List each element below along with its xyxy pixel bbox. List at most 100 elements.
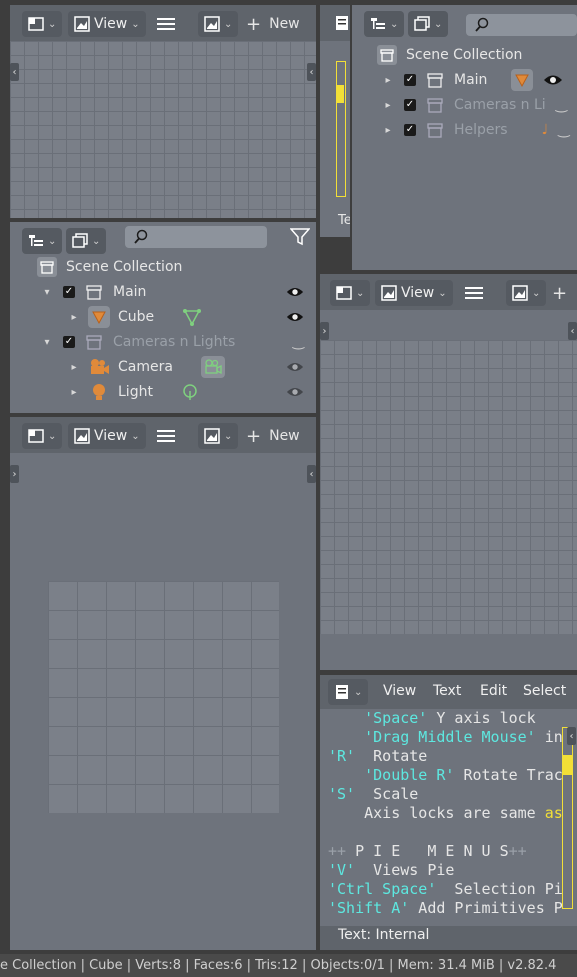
expand-arrow-icon[interactable]: ▸: [382, 100, 394, 111]
search-icon: [134, 229, 148, 244]
item-label: Cameras n Lights: [113, 334, 236, 350]
sidebar-toggle-right[interactable]: ‹: [567, 727, 576, 745]
view-label: View: [94, 428, 128, 444]
outliner-row-cameras[interactable]: ▸ ✓ Cameras n Li ‿: [382, 93, 577, 117]
code-line-3: 'R' Rotate: [328, 747, 428, 765]
item-label: Helpers: [454, 122, 508, 138]
view-layer-button[interactable]: ⌄: [66, 228, 107, 254]
hamburger-menu-icon[interactable]: [157, 11, 177, 37]
image-canvas-grid[interactable]: [320, 340, 577, 634]
editor-type-button[interactable]: ⌄: [22, 423, 63, 449]
sidebar-toggle-right[interactable]: ‹: [307, 465, 316, 483]
expand-arrow-icon[interactable]: ▸: [68, 312, 80, 323]
eye-icon[interactable]: [286, 385, 304, 399]
outliner-row-cameras-n-lights[interactable]: ▾ ✓ Cameras n Lights ‿: [41, 330, 304, 354]
plus-icon: +: [552, 282, 568, 304]
eye-icon[interactable]: [543, 73, 563, 87]
new-image-button[interactable]: + New: [246, 11, 300, 37]
sidebar-toggle-right[interactable]: ‹: [307, 63, 316, 81]
scrollbar-thumb[interactable]: [562, 755, 572, 775]
scrollbar-thumb[interactable]: [336, 85, 344, 103]
browse-image-button[interactable]: ⌄: [506, 280, 547, 306]
scene-collection-row[interactable]: Scene Collection: [376, 43, 522, 67]
expand-arrow-icon[interactable]: ▸: [382, 125, 394, 136]
chevron-down-icon: ⌄: [48, 18, 57, 30]
eye-closed-icon[interactable]: ‿: [556, 97, 567, 113]
outliner-search-field[interactable]: [466, 14, 577, 36]
eye-icon[interactable]: [286, 310, 304, 324]
expand-arrow-icon[interactable]: ▸: [68, 362, 80, 373]
plus-icon: +: [246, 13, 262, 35]
sidebar-toggle-left[interactable]: ›: [10, 465, 19, 483]
image-editor-header: ⌄ View ⌄ ⌄ + New: [10, 5, 316, 41]
editor-type-button[interactable]: ⌄: [330, 280, 371, 306]
menu-text[interactable]: Text: [433, 683, 461, 699]
new-image-button[interactable]: + New: [246, 423, 300, 449]
images-icon: [414, 16, 430, 31]
item-label: Cube: [118, 309, 155, 325]
image-editor-header: ⌄ View ⌄ ⌄ + New: [10, 417, 316, 453]
image-canvas-grid[interactable]: [48, 581, 279, 813]
exclude-checkbox[interactable]: ✓: [404, 99, 416, 111]
hamburger-menu-icon[interactable]: [157, 423, 177, 449]
text-editor-narrow: Te: [320, 5, 350, 237]
text-editor-icon: [336, 685, 348, 699]
sidebar-toggle-left[interactable]: ‹: [10, 63, 19, 81]
mesh-object-icon[interactable]: [511, 69, 534, 91]
expand-arrow-icon[interactable]: ▸: [382, 75, 394, 86]
outliner-middle-left: ⌄ ⌄ Scene Collection ▾ ✓ Main ▸ Cube ▾ ✓…: [10, 222, 316, 413]
browse-image-button[interactable]: ⌄: [198, 423, 239, 449]
image-editor-icon: [336, 286, 352, 300]
expand-arrow-icon[interactable]: ▸: [68, 387, 80, 398]
image-canvas-grid[interactable]: [10, 41, 316, 218]
view-menu[interactable]: View ⌄: [68, 423, 146, 449]
hamburger-menu-icon[interactable]: [465, 280, 485, 306]
menu-edit[interactable]: Edit: [480, 683, 507, 699]
exclude-checkbox[interactable]: ✓: [404, 124, 416, 136]
view-menu[interactable]: View ⌄: [375, 280, 453, 306]
light-data-icon[interactable]: [181, 383, 199, 401]
view-layer-button[interactable]: ⌄: [408, 11, 449, 37]
sidebar-toggle-left[interactable]: ›: [320, 322, 329, 340]
outliner-row-helpers[interactable]: ▸ ✓ Helpers ♩ ‿: [382, 118, 577, 142]
editor-type-button[interactable]: ⌄: [22, 11, 63, 37]
outliner-top-right: ⌄ ⌄ Scene Collection ▸ ✓ Main ▸ ✓ Camera…: [352, 5, 577, 270]
eye-closed-icon[interactable]: ‿: [558, 122, 569, 138]
text-editor-icon[interactable]: [334, 15, 350, 31]
outliner-row-main[interactable]: ▸ ✓ Main: [382, 68, 577, 92]
text-editor-header: ⌄ View Text Edit Select: [320, 675, 577, 709]
filter-icon[interactable]: [290, 228, 310, 246]
menu-select[interactable]: Select: [523, 683, 566, 699]
collapse-arrow-icon[interactable]: ▾: [41, 287, 53, 298]
code-line-10: 'Ctrl Space' Selection Pi: [328, 880, 563, 898]
outliner-row-light[interactable]: ▸ Light: [68, 380, 304, 404]
mesh-data-icon[interactable]: [182, 307, 202, 327]
eye-closed-icon[interactable]: ‿: [293, 334, 304, 350]
text-editor-body[interactable]: 'Space' Y axis lock 'Drag Middle Mouse' …: [320, 709, 577, 926]
chevron-down-icon: ⌄: [434, 18, 443, 30]
collapse-arrow-icon[interactable]: ▾: [41, 337, 53, 348]
exclude-checkbox[interactable]: ✓: [63, 336, 75, 348]
display-mode-button[interactable]: ⌄: [364, 11, 405, 37]
eye-icon[interactable]: [286, 285, 304, 299]
eye-icon[interactable]: [286, 360, 304, 374]
exclude-checkbox[interactable]: ✓: [63, 286, 75, 298]
outliner-search-field[interactable]: [125, 226, 267, 248]
display-mode-button[interactable]: ⌄: [22, 228, 63, 254]
outliner-row-main[interactable]: ▾ ✓ Main: [41, 280, 304, 304]
view-label: View: [94, 16, 128, 32]
new-image-button[interactable]: +: [552, 280, 567, 306]
outliner-icon: [371, 18, 385, 29]
browse-image-button[interactable]: ⌄: [198, 11, 239, 37]
chevron-down-icon: ⌄: [131, 18, 140, 30]
menu-view[interactable]: View: [383, 683, 416, 699]
exclude-checkbox[interactable]: ✓: [404, 74, 416, 86]
view-menu[interactable]: View ⌄: [68, 11, 146, 37]
scene-collection-row[interactable]: Scene Collection: [36, 255, 182, 279]
outliner-row-cube[interactable]: ▸ Cube: [68, 305, 304, 329]
sidebar-toggle-right[interactable]: ‹: [568, 322, 577, 340]
camera-data-icon[interactable]: [200, 356, 225, 378]
scroll-track[interactable]: [336, 61, 346, 197]
outliner-row-camera[interactable]: ▸ Camera: [68, 355, 304, 379]
editor-type-button[interactable]: ⌄: [328, 679, 369, 705]
